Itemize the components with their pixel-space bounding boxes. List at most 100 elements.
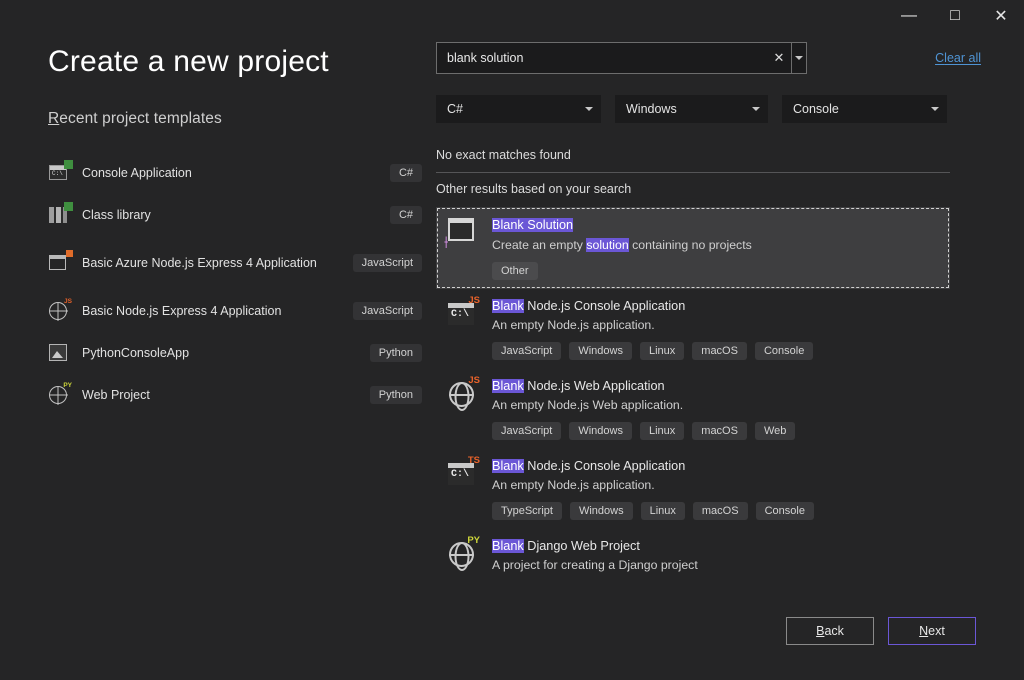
platform-filter-dropdown[interactable]: Windows <box>615 95 768 123</box>
globe-icon: JS <box>48 300 70 322</box>
result-title: Blank Node.js Console Application <box>492 458 950 474</box>
javascript-badge: JS <box>468 376 480 386</box>
recent-item-label: Web Project <box>82 388 370 403</box>
result-description: Create an empty solution containing no p… <box>492 237 950 253</box>
back-button[interactable]: Back <box>786 617 874 645</box>
project-type-filter-value: Console <box>793 102 839 116</box>
result-title: Blank Solution <box>492 218 573 232</box>
recent-item-tag: Python <box>370 386 422 404</box>
console-window-icon <box>48 162 70 184</box>
chevron-down-icon <box>795 56 803 60</box>
minimize-icon: — <box>901 7 917 25</box>
recent-item-console-application[interactable]: Console Application C# <box>48 152 428 194</box>
maximize-button[interactable]: □ <box>932 0 978 32</box>
tag: macOS <box>693 502 748 520</box>
recent-item-basic-nodejs-express-4-application[interactable]: JS Basic Node.js Express 4 Application J… <box>48 290 428 332</box>
recent-item-label: Basic Node.js Express 4 Application <box>82 304 353 319</box>
result-item-blank-django-web-project[interactable]: PY Blank Django Web Project A project fo… <box>436 529 950 582</box>
recent-item-tag: JavaScript <box>353 254 422 272</box>
back-rest: ack <box>824 624 843 638</box>
result-title: Blank Django Web Project <box>492 538 950 554</box>
result-title-part: Node.js Console Application <box>524 459 686 473</box>
search-history-dropdown-button[interactable] <box>792 42 807 74</box>
divider <box>436 172 950 173</box>
clear-all-rest: lear all <box>944 51 981 65</box>
javascript-badge: JS <box>468 296 480 306</box>
tag: Linux <box>640 422 684 440</box>
platform-filter-value: Windows <box>626 102 677 116</box>
result-title-part: Blank Solution <box>492 218 573 232</box>
next-rest: ext <box>928 624 945 638</box>
recent-item-basic-azure-nodejs-express-4-application[interactable]: Basic Azure Node.js Express 4 Applicatio… <box>48 236 428 290</box>
back-accesskey: B <box>816 624 824 638</box>
result-description: A project for creating a Django project <box>492 557 950 573</box>
language-filter-dropdown[interactable]: C# <box>436 95 601 123</box>
language-filter-value: C# <box>447 102 463 116</box>
search-clear-icon[interactable]: ✕ <box>767 43 791 73</box>
other-results-heading: Other results based on your search <box>436 182 981 196</box>
result-title-part: Django Web Project <box>524 539 640 553</box>
tag: JavaScript <box>492 422 561 440</box>
recent-item-web-project[interactable]: PY Web Project Python <box>48 374 428 416</box>
project-type-filter-dropdown[interactable]: Console <box>782 95 947 123</box>
search-input[interactable] <box>437 43 767 73</box>
recent-item-tag: Python <box>370 344 422 362</box>
result-tags: JavaScript Windows Linux macOS Web <box>492 422 950 440</box>
result-title-part: Blank <box>492 379 524 393</box>
result-desc-part: solution <box>586 238 628 252</box>
result-item-blank-nodejs-console-application-ts[interactable]: TS Blank Node.js Console Application An … <box>436 449 950 529</box>
tag: Console <box>755 342 813 360</box>
result-desc-part: Create an empty <box>492 238 586 252</box>
no-exact-matches-text: No exact matches found <box>436 148 981 162</box>
tag: Console <box>756 502 814 520</box>
result-title: Blank Node.js Console Application <box>492 298 950 314</box>
close-button[interactable]: ✕ <box>978 0 1024 32</box>
result-desc-part: containing no projects <box>629 238 752 252</box>
tag: macOS <box>692 422 747 440</box>
result-title-part: Node.js Console Application <box>524 299 686 313</box>
next-accesskey: N <box>919 624 928 638</box>
console-app-icon: JS <box>446 298 478 330</box>
recent-item-pythonconsoleapp[interactable]: PythonConsoleApp Python <box>48 332 428 374</box>
template-results-list: ⟊ Blank Solution Create an empty solutio… <box>436 207 950 582</box>
recent-item-label: Basic Azure Node.js Express 4 Applicatio… <box>82 256 353 271</box>
class-library-icon <box>48 204 70 226</box>
tag: Windows <box>569 422 632 440</box>
chevron-down-icon <box>931 107 939 111</box>
typescript-badge: TS <box>468 456 480 466</box>
recent-item-tag: JavaScript <box>353 302 422 320</box>
maximize-icon: □ <box>950 7 960 25</box>
result-description: An empty Node.js application. <box>492 317 950 333</box>
tag: Linux <box>640 342 684 360</box>
globe-icon: PY <box>48 384 70 406</box>
minimize-button[interactable]: — <box>886 0 932 32</box>
chevron-down-icon <box>585 107 593 111</box>
filter-row: C# Windows Console <box>436 95 981 123</box>
tag: Other <box>492 262 538 280</box>
web-globe-icon: JS <box>446 378 478 410</box>
recent-heading-accesskey: R <box>48 110 59 127</box>
recent-templates-list: Console Application C# Class library C# … <box>48 152 428 416</box>
next-button[interactable]: Next <box>888 617 976 645</box>
console-app-icon: TS <box>446 458 478 490</box>
clear-all-link[interactable]: Clear all <box>935 51 981 65</box>
result-description: An empty Node.js application. <box>492 477 950 493</box>
web-globe-icon: PY <box>446 538 478 570</box>
azure-page-icon <box>48 252 70 274</box>
result-item-blank-solution[interactable]: ⟊ Blank Solution Create an empty solutio… <box>436 207 950 289</box>
search-box[interactable]: ✕ <box>436 42 792 74</box>
recent-item-tag: C# <box>390 206 422 224</box>
recent-heading-rest: ecent project templates <box>59 110 222 127</box>
python-image-icon <box>48 342 70 364</box>
result-item-blank-nodejs-console-application-js[interactable]: JS Blank Node.js Console Application An … <box>436 289 950 369</box>
result-title: Blank Node.js Web Application <box>492 378 950 394</box>
result-title-part: Blank <box>492 459 524 473</box>
search-row: ✕ Clear all <box>436 42 981 74</box>
recent-templates-heading: Recent project templates <box>48 110 428 128</box>
result-tags: JavaScript Windows Linux macOS Console <box>492 342 950 360</box>
result-item-blank-nodejs-web-application[interactable]: JS Blank Node.js Web Application An empt… <box>436 369 950 449</box>
right-pane: ✕ Clear all C# Windows Console No exact … <box>436 42 981 582</box>
recent-item-label: Console Application <box>82 166 390 181</box>
recent-item-class-library[interactable]: Class library C# <box>48 194 428 236</box>
recent-item-label: Class library <box>82 208 390 223</box>
